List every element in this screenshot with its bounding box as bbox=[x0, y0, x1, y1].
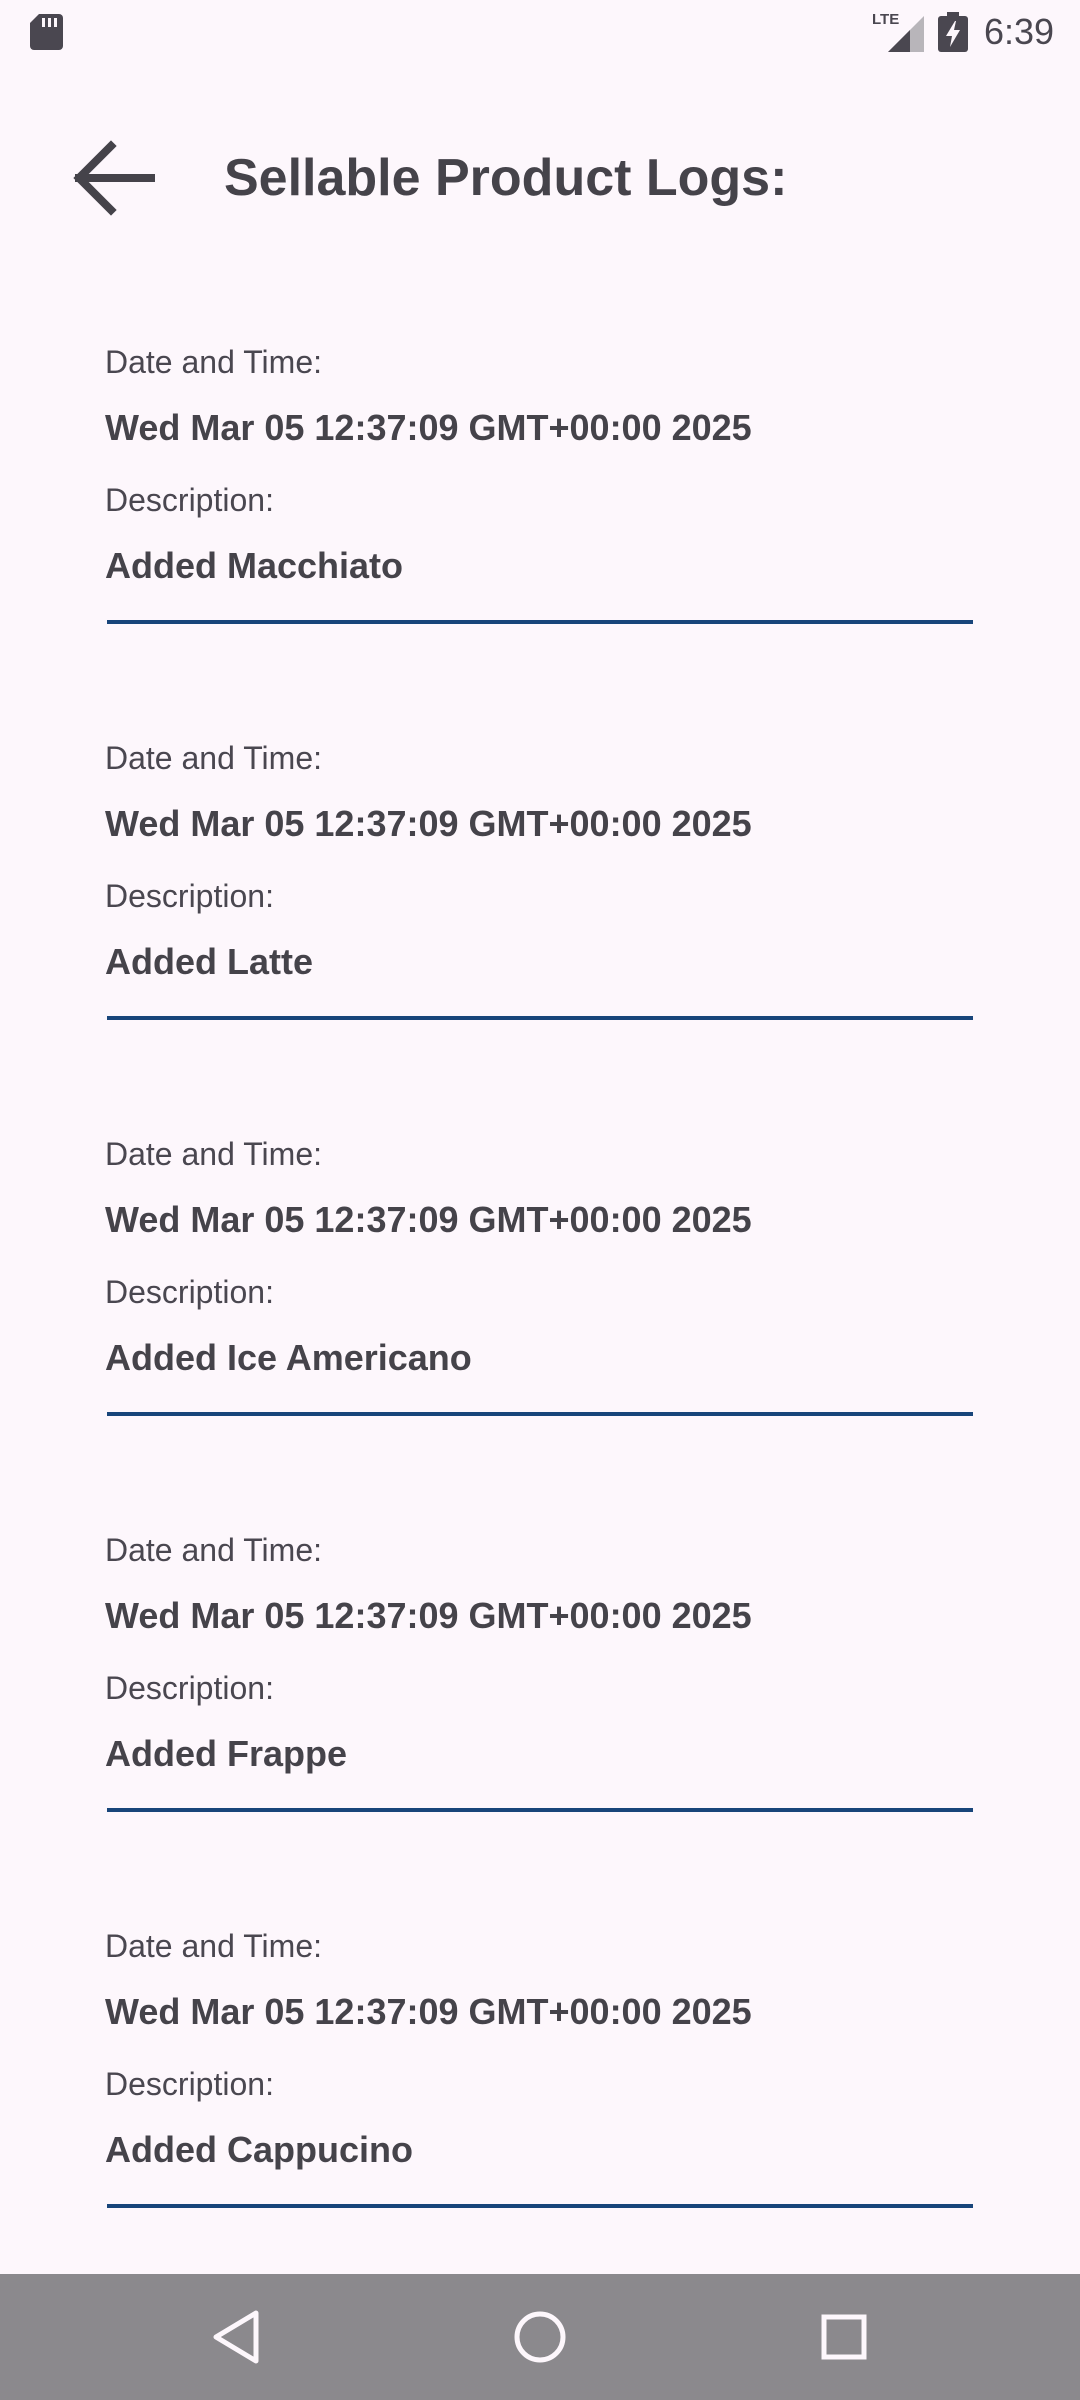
date-label: Date and Time: bbox=[105, 1136, 322, 1172]
sd-card-icon bbox=[30, 14, 63, 50]
nav-back-button[interactable] bbox=[196, 2297, 276, 2377]
log-entry: Date and Time: Wed Mar 05 12:37:09 GMT+0… bbox=[0, 1092, 1080, 1488]
arrow-left-icon bbox=[73, 140, 155, 216]
description-label: Description: bbox=[105, 1670, 274, 1706]
description-value: Added Cappucino bbox=[105, 2129, 413, 2170]
network-label: LTE bbox=[872, 11, 899, 28]
log-entry: Date and Time: Wed Mar 05 12:37:09 GMT+0… bbox=[0, 696, 1080, 1092]
entry-divider bbox=[107, 1016, 973, 1020]
description-value: Added Frappe bbox=[105, 1733, 348, 1774]
nav-recents-icon bbox=[821, 2314, 867, 2360]
battery-charging-icon bbox=[938, 12, 968, 52]
back-button[interactable] bbox=[58, 128, 168, 228]
top-app-bar: Sellable Product Logs: bbox=[0, 110, 1080, 240]
nav-recents-button[interactable] bbox=[804, 2297, 884, 2377]
log-entry: Date and Time: Wed Mar 05 12:37:09 GMT+0… bbox=[0, 1488, 1080, 1884]
entry-divider bbox=[107, 1808, 973, 1812]
log-entry: Date and Time: Wed Mar 05 12:37:09 GMT+0… bbox=[0, 1884, 1080, 2280]
date-value: Wed Mar 05 12:37:09 GMT+00:00 2025 bbox=[105, 1991, 752, 2032]
date-label: Date and Time: bbox=[105, 1928, 322, 1964]
description-label: Description: bbox=[105, 2066, 274, 2102]
nav-home-icon bbox=[514, 2311, 566, 2363]
description-value: Added Ice Americano bbox=[105, 1337, 472, 1378]
page-title: Sellable Product Logs: bbox=[224, 149, 788, 207]
date-label: Date and Time: bbox=[105, 740, 322, 776]
entry-divider bbox=[107, 620, 973, 624]
entry-divider bbox=[107, 1412, 973, 1416]
nav-home-button[interactable] bbox=[500, 2297, 580, 2377]
log-entry: Date and Time: Wed Mar 05 12:37:09 GMT+0… bbox=[0, 300, 1080, 696]
description-label: Description: bbox=[105, 1274, 274, 1310]
lte-signal-icon: LTE bbox=[872, 11, 924, 52]
description-label: Description: bbox=[105, 482, 274, 518]
date-label: Date and Time: bbox=[105, 1532, 322, 1568]
date-value: Wed Mar 05 12:37:09 GMT+00:00 2025 bbox=[105, 407, 752, 448]
status-clock: 6:39 bbox=[984, 11, 1055, 52]
date-value: Wed Mar 05 12:37:09 GMT+00:00 2025 bbox=[105, 1199, 752, 1240]
nav-back-icon bbox=[213, 2310, 259, 2364]
status-bar: LTE 6:39 bbox=[0, 0, 1080, 64]
description-value: Added Latte bbox=[105, 941, 314, 982]
description-value: Added Macchiato bbox=[105, 545, 404, 586]
entry-divider bbox=[107, 2204, 973, 2208]
system-nav-bar bbox=[0, 2274, 1080, 2400]
date-label: Date and Time: bbox=[105, 344, 322, 380]
log-list[interactable]: Date and Time: Wed Mar 05 12:37:09 GMT+0… bbox=[0, 300, 1080, 2280]
date-value: Wed Mar 05 12:37:09 GMT+00:00 2025 bbox=[105, 803, 752, 844]
description-label: Description: bbox=[105, 878, 274, 914]
date-value: Wed Mar 05 12:37:09 GMT+00:00 2025 bbox=[105, 1595, 752, 1636]
